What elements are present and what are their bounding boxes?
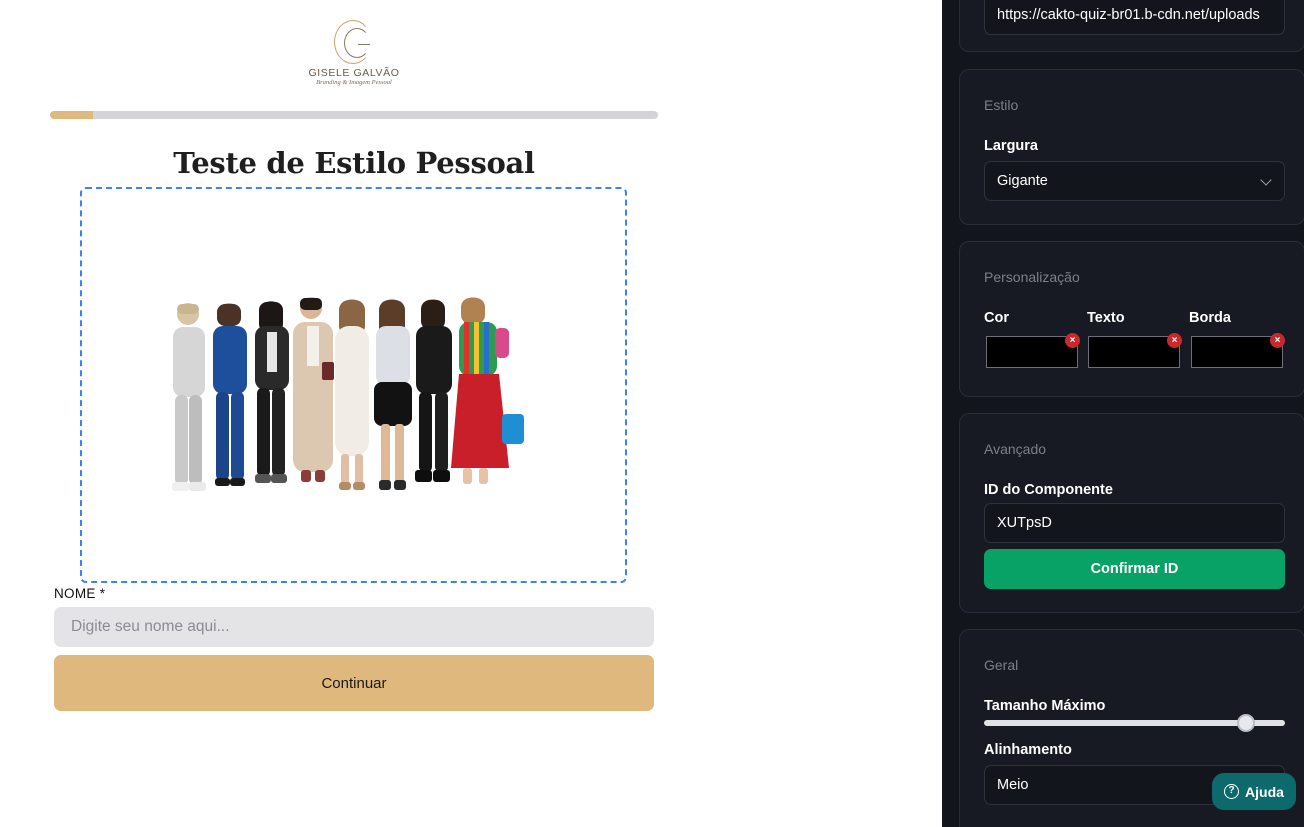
max-size-slider[interactable] [984, 714, 1285, 732]
quiz-title[interactable]: Teste de Estilo Pessoal [50, 146, 658, 180]
confirm-id-button[interactable]: Confirmar ID [984, 549, 1285, 589]
quiz-progress-bar [50, 111, 658, 119]
color-label: Cor [984, 310, 1009, 326]
text-color-label: Texto [1087, 310, 1125, 326]
brand-logo: GISELE GALVÃO Branding & Imagem Pessoal [304, 18, 404, 94]
quiz-progress-fill [50, 111, 93, 119]
figure-6 [374, 299, 412, 490]
selected-image-component[interactable] [80, 187, 627, 583]
help-button[interactable]: ? Ajuda [1212, 773, 1296, 810]
figure-7 [415, 299, 452, 482]
border-color-label: Borda [1189, 310, 1231, 326]
advanced-card: Avançado ID do Componente XUTpsD Confirm… [959, 413, 1304, 613]
properties-panel: https://cakto-quiz-br01.b-cdn.net/upload… [942, 0, 1304, 827]
width-select-value: Gigante [997, 173, 1048, 189]
image-url-input[interactable]: https://cakto-quiz-br01.b-cdn.net/upload… [984, 0, 1285, 35]
clear-border-color-icon[interactable]: × [1270, 333, 1285, 348]
customization-section-title: Personalização [984, 269, 1080, 285]
continue-button[interactable]: Continuar [54, 655, 654, 711]
clear-text-color-icon[interactable]: × [1167, 333, 1182, 348]
width-select[interactable]: Gigante [984, 161, 1285, 201]
customization-card: Personalização Cor Texto Borda × × × [959, 241, 1304, 397]
figure-2 [213, 303, 247, 486]
chevron-down-icon [1260, 174, 1272, 186]
component-id-input[interactable]: XUTpsD [984, 503, 1285, 543]
help-button-label: Ajuda [1245, 783, 1284, 800]
name-field-label: NOME * [54, 586, 106, 601]
name-input[interactable] [54, 607, 654, 647]
alignment-label: Alinhamento [984, 742, 1072, 758]
brand-tagline: Branding & Imagem Pessoal [316, 79, 392, 86]
alignment-select-value: Meio [997, 777, 1029, 793]
style-card: Estilo Largura Gigante [959, 69, 1304, 225]
image-url-card: https://cakto-quiz-br01.b-cdn.net/upload… [959, 0, 1304, 52]
figure-8 [451, 297, 524, 484]
figure-4 [293, 297, 334, 482]
brand-name: GISELE GALVÃO [308, 67, 400, 79]
style-section-title: Estilo [984, 97, 1019, 113]
width-label: Largura [984, 138, 1038, 154]
help-circle-icon: ? [1224, 784, 1240, 799]
max-size-label: Tamanho Máximo [984, 698, 1106, 714]
figure-5 [335, 299, 369, 490]
component-id-label: ID do Componente [984, 482, 1113, 498]
clear-color-icon[interactable]: × [1065, 333, 1080, 348]
women-group-image [172, 297, 524, 491]
figure-1 [172, 303, 206, 491]
advanced-section-title: Avançado [984, 441, 1047, 457]
figure-3 [255, 301, 289, 483]
quiz-preview-canvas: GISELE GALVÃO Branding & Imagem Pessoal … [0, 0, 942, 827]
max-size-slider-thumb[interactable] [1236, 714, 1255, 732]
general-section-title: Geral [984, 657, 1019, 673]
brand-monogram-icon [332, 18, 376, 66]
